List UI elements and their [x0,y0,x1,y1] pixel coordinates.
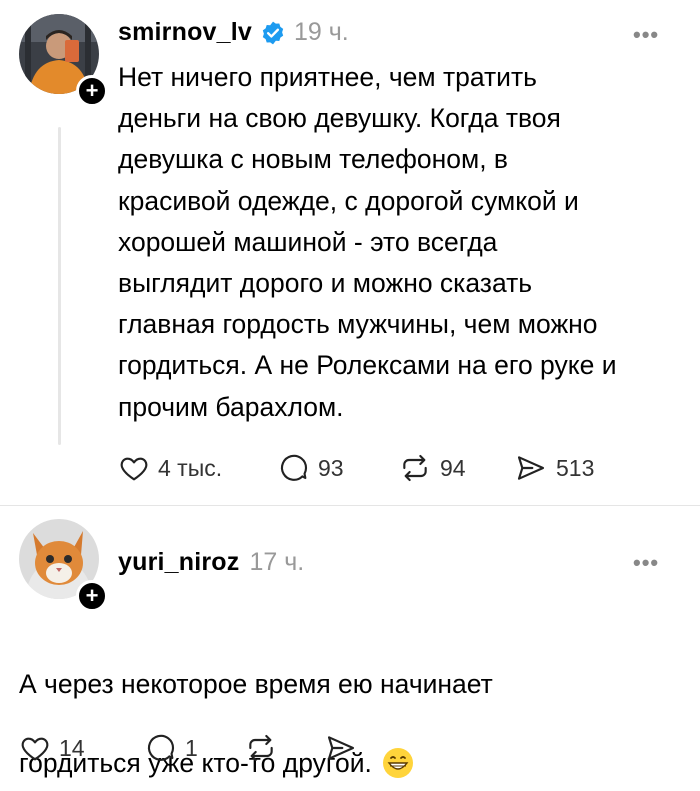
reply-time: 17 ч. [249,548,305,576]
reply-text: А через некоторое время ею начинает горд… [19,623,679,791]
post-time: 19 ч. [294,18,349,46]
grinning-emoji [382,705,414,790]
comment-button[interactable]: 1 [145,732,198,764]
post-text: Нет ничего приятнее, чем тратить деньги … [118,62,617,422]
comment-icon [147,734,175,761]
follow-plus-button[interactable]: + [76,580,108,612]
comment-icon [280,454,308,481]
share-button[interactable]: 513 [514,452,594,484]
comment-count: 93 [318,454,344,481]
comment-button[interactable]: 93 [278,452,344,484]
repost-button[interactable] [244,732,278,764]
reply-header: yuri_niroz 17 ч. [118,548,304,577]
repost-count: 94 [440,454,466,481]
repost-button[interactable]: 94 [398,452,466,484]
like-button[interactable]: 4 тыс. [118,452,222,484]
thread-line [58,127,61,445]
like-button[interactable]: 14 [19,732,85,764]
send-icon [517,456,545,480]
like-count: 4 тыс. [158,454,223,481]
username[interactable]: yuri_niroz [118,548,239,577]
reply: + yuri_niroz 17 ч. ••• А через некоторое… [0,506,700,781]
repost-icon [403,454,427,482]
send-icon [327,736,355,760]
comment-count: 1 [185,734,198,761]
username[interactable]: smirnov_lv [118,18,252,47]
heart-icon [120,457,148,481]
share-count: 513 [556,454,595,481]
like-count: 14 [59,734,85,761]
follow-plus-button[interactable]: + [76,75,108,107]
more-icon[interactable]: ••• [633,550,659,576]
repost-icon [249,734,273,762]
post: + smirnov_lv 19 ч. ••• Нет ничего приятн… [0,0,700,505]
verified-badge-icon [260,20,286,46]
more-icon[interactable]: ••• [633,22,659,48]
heart-icon [21,737,49,761]
post-header: smirnov_lv 19 ч. [118,18,349,47]
share-button[interactable] [324,732,358,764]
